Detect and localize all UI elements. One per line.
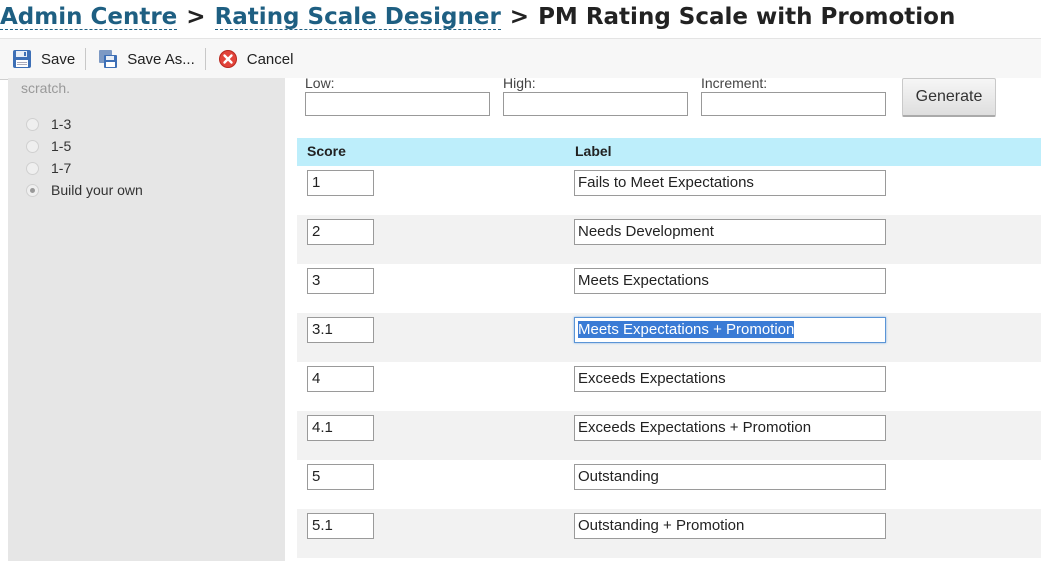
label-input[interactable]: Exceeds Expectations + Promotion <box>574 415 886 441</box>
score-input[interactable]: 2 <box>307 219 374 245</box>
toolbar: Save Save As... Cancel <box>0 38 1041 80</box>
score-input[interactable]: 1 <box>307 170 374 196</box>
save-label: Save <box>41 50 76 68</box>
score-input[interactable]: 3 <box>307 268 374 294</box>
radio-label: Build your own <box>51 182 143 198</box>
scratch-text: scratch. <box>21 80 71 96</box>
label-input[interactable]: Outstanding + Promotion <box>574 513 886 539</box>
cancel-button[interactable]: Cancel <box>206 39 304 79</box>
save-as-button[interactable]: Save As... <box>86 39 205 79</box>
page-title: PM Rating Scale with Promotion <box>538 4 956 30</box>
score-column-header: Score <box>307 143 346 159</box>
label-input[interactable]: Meets Expectations <box>574 268 886 294</box>
label-input[interactable]: Needs Development <box>574 219 886 245</box>
score-input[interactable]: 3.1 <box>307 317 374 343</box>
label-input[interactable]: Exceeds Expectations <box>574 366 886 392</box>
radio-button[interactable] <box>26 161 39 175</box>
save-as-icon <box>98 49 118 69</box>
cancel-icon <box>218 49 238 69</box>
radio-label: 1-7 <box>51 160 72 176</box>
low-input[interactable] <box>305 92 490 116</box>
score-input[interactable]: 5 <box>307 464 374 490</box>
table-row: 1 Fails to Meet Expectations <box>297 166 1041 215</box>
radio-button-selected[interactable] <box>26 183 39 197</box>
score-input[interactable]: 4.1 <box>307 415 374 441</box>
radio-button[interactable] <box>26 117 39 131</box>
radio-dot <box>30 187 35 193</box>
breadcrumb-separator: > <box>509 4 530 30</box>
generate-button[interactable]: Generate <box>902 78 996 117</box>
breadcrumb-link-rating-scale-designer[interactable]: Rating Scale Designer <box>214 5 501 30</box>
label-input-focused[interactable]: Meets Expectations + Promotion <box>574 317 886 343</box>
radio-label: 1-3 <box>51 116 72 132</box>
radio-option-1-3[interactable]: 1-3 <box>26 116 71 132</box>
label-column-header: Label <box>575 143 612 159</box>
table-header: Score Label <box>297 138 1041 166</box>
low-label: Low: <box>305 75 335 91</box>
cancel-label: Cancel <box>246 50 294 68</box>
selected-label-text: Meets Expectations + Promotion <box>578 321 795 338</box>
label-input[interactable]: Fails to Meet Expectations <box>574 170 886 196</box>
breadcrumb: Admin Centre > Rating Scale Designer > P… <box>0 0 955 34</box>
table-row: 3 Meets Expectations <box>297 264 1041 313</box>
radio-label: 1-5 <box>51 138 72 154</box>
table-row: 5.1 Outstanding + Promotion <box>297 509 1041 558</box>
scale-options-panel: scratch. 1-3 1-5 1-7 Build your own <box>8 78 285 561</box>
high-input[interactable] <box>503 92 688 116</box>
high-label: High: <box>503 75 536 91</box>
table-row: 4.1 Exceeds Expectations + Promotion <box>297 411 1041 460</box>
scale-editor: Low: High: Increment: Generate Score Lab… <box>285 75 1041 561</box>
save-button[interactable]: Save <box>0 39 85 79</box>
floppy-disk-icon <box>12 49 32 69</box>
table-row: 4 Exceeds Expectations <box>297 362 1041 411</box>
increment-input[interactable] <box>701 92 886 116</box>
save-as-label: Save As... <box>127 50 195 68</box>
radio-option-1-7[interactable]: 1-7 <box>26 160 71 176</box>
breadcrumb-link-admin-centre[interactable]: Admin Centre <box>0 5 178 30</box>
score-input[interactable]: 4 <box>307 366 374 392</box>
score-input[interactable]: 5.1 <box>307 513 374 539</box>
increment-label: Increment: <box>701 75 768 91</box>
table-row: 3.1 Meets Expectations + Promotion <box>297 313 1041 362</box>
radio-option-build-your-own[interactable]: Build your own <box>26 182 143 198</box>
radio-button[interactable] <box>26 139 39 153</box>
breadcrumb-separator: > <box>186 4 206 30</box>
table-row: 5 Outstanding <box>297 460 1041 509</box>
radio-option-1-5[interactable]: 1-5 <box>26 138 71 154</box>
label-input[interactable]: Outstanding <box>574 464 886 490</box>
table-row: 2 Needs Development <box>297 215 1041 264</box>
